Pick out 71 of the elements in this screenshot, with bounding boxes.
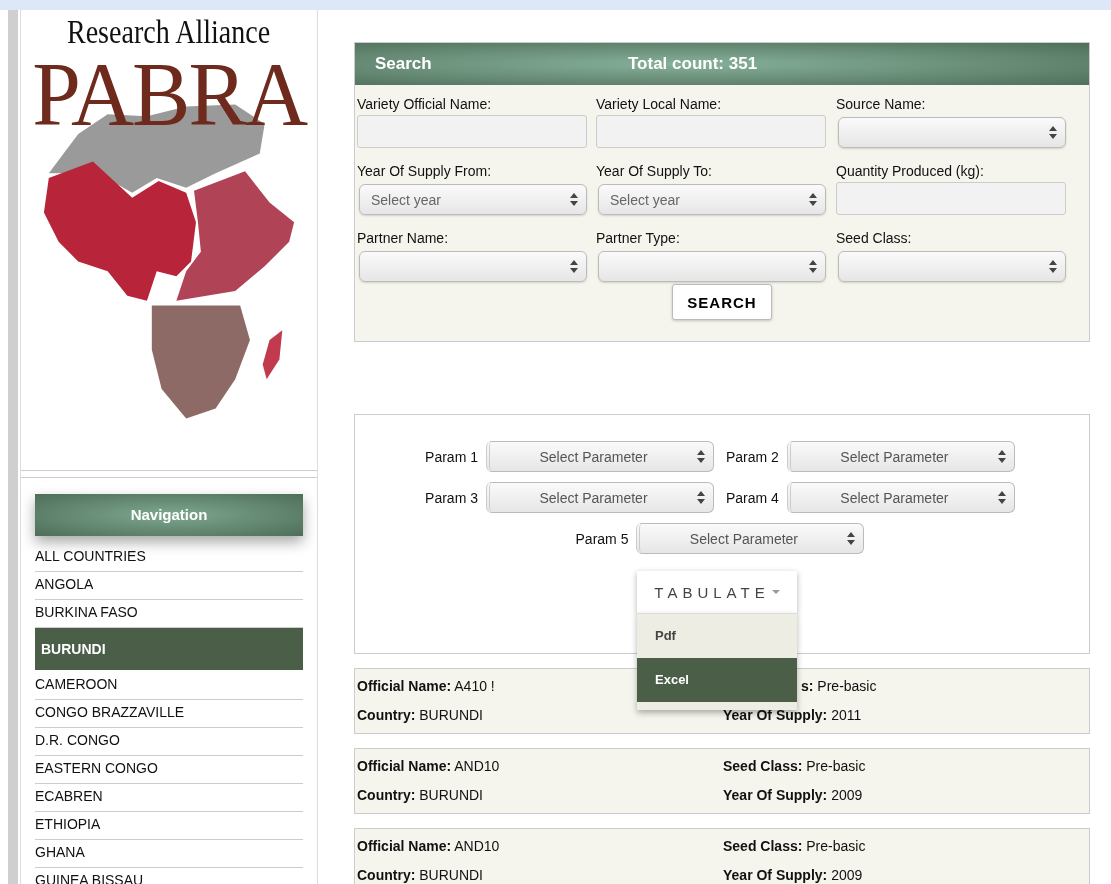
country-link[interactable]: EASTERN CONGO [35,756,303,784]
parameter-select[interactable]: Select Parameter [486,482,714,513]
field-label: Partner Name: [357,229,450,247]
record-field: s: Pre-basic [801,672,877,701]
search-title: Search [375,54,433,74]
record-field: Country: BURUNDI [357,701,483,730]
tabulate-button[interactable]: TABULATE [637,571,797,613]
updown-arrow-icon [997,491,1006,504]
record-field: Official Name: AND10 [357,832,500,861]
parameter-select[interactable]: Select Parameter [486,441,714,472]
updown-arrow-icon [1049,126,1057,139]
country-link[interactable]: CAMEROON [35,672,303,700]
record-field: Year Of Supply: 2011 [723,701,862,730]
parameter-select[interactable]: Select Parameter [786,441,1015,472]
param-label: Param 4 [726,489,779,506]
country-link[interactable]: CONGO BRAZZAVILLE [35,700,303,728]
select-dropdown[interactable]: Select year [598,184,826,215]
updown-arrow-icon [809,193,817,206]
param-label: Param 3 [425,489,478,506]
field-label: Seed Class: [836,229,913,247]
updown-arrow-icon [809,260,817,273]
updown-arrow-icon [997,450,1006,463]
menu-item[interactable]: Excel [637,658,797,702]
country-link[interactable]: BURUNDI [35,628,303,670]
select-dropdown[interactable] [598,251,826,282]
input-field[interactable] [836,182,1066,215]
search-button[interactable]: SEARCH [672,284,772,320]
field-label: Quantity Produced (kg): [836,162,985,180]
logo-wordmark: PABRA [32,54,306,134]
updown-arrow-icon [847,532,856,545]
field-label: Variety Local Name: [596,95,722,113]
field-label: Partner Type: [596,229,681,247]
record-field: Country: BURUNDI [357,861,483,884]
logo-tagline: Research Alliance [67,14,271,50]
country-link[interactable]: ETHIOPIA [35,812,303,840]
field-label: Year Of Supply To: [596,162,713,180]
record-field: Year Of Supply: 2009 [723,781,863,810]
select-dropdown[interactable] [838,251,1066,282]
record-field: Country: BURUNDI [357,781,483,810]
record-field: Seed Class: Pre-basic [723,752,866,781]
country-link[interactable]: ALL COUNTRIES [35,544,303,572]
field-label: Year Of Supply From: [357,162,493,180]
country-link[interactable]: ECABREN [35,784,303,812]
caret-icon [771,590,780,594]
field-label: Variety Official Name: [357,95,493,113]
updown-arrow-icon [697,491,705,504]
record-field: Official Name: A410 ! [357,672,495,701]
country-link[interactable]: D.R. CONGO [35,728,303,756]
input-field[interactable] [596,115,826,148]
country-link[interactable]: GHANA [35,840,303,868]
updown-arrow-icon [570,260,578,273]
select-dropdown[interactable] [359,251,587,282]
navigation-header: Navigation [35,494,303,536]
param-label: Param 5 [575,530,629,547]
record-field: Year Of Supply: 2009 [723,861,863,884]
menu-item[interactable]: Pdf [637,614,797,658]
param-label: Param 1 [425,448,478,465]
record-field: Seed Class: Pre-basic [723,832,866,861]
parameter-select[interactable]: Select Parameter [636,523,865,554]
select-dropdown[interactable] [838,117,1066,148]
country-link[interactable]: ANGOLA [35,572,303,600]
updown-arrow-icon [1049,260,1057,273]
parameter-select[interactable]: Select Parameter [786,482,1015,513]
updown-arrow-icon [697,450,705,463]
updown-arrow-icon [570,193,578,206]
select-dropdown[interactable]: Select year [359,184,587,215]
record-field: Official Name: AND10 [357,752,500,781]
param-label: Param 2 [726,448,779,465]
total-count: Total count: 351 [628,54,758,74]
input-field[interactable] [357,115,587,148]
field-label: Source Name: [836,95,927,113]
